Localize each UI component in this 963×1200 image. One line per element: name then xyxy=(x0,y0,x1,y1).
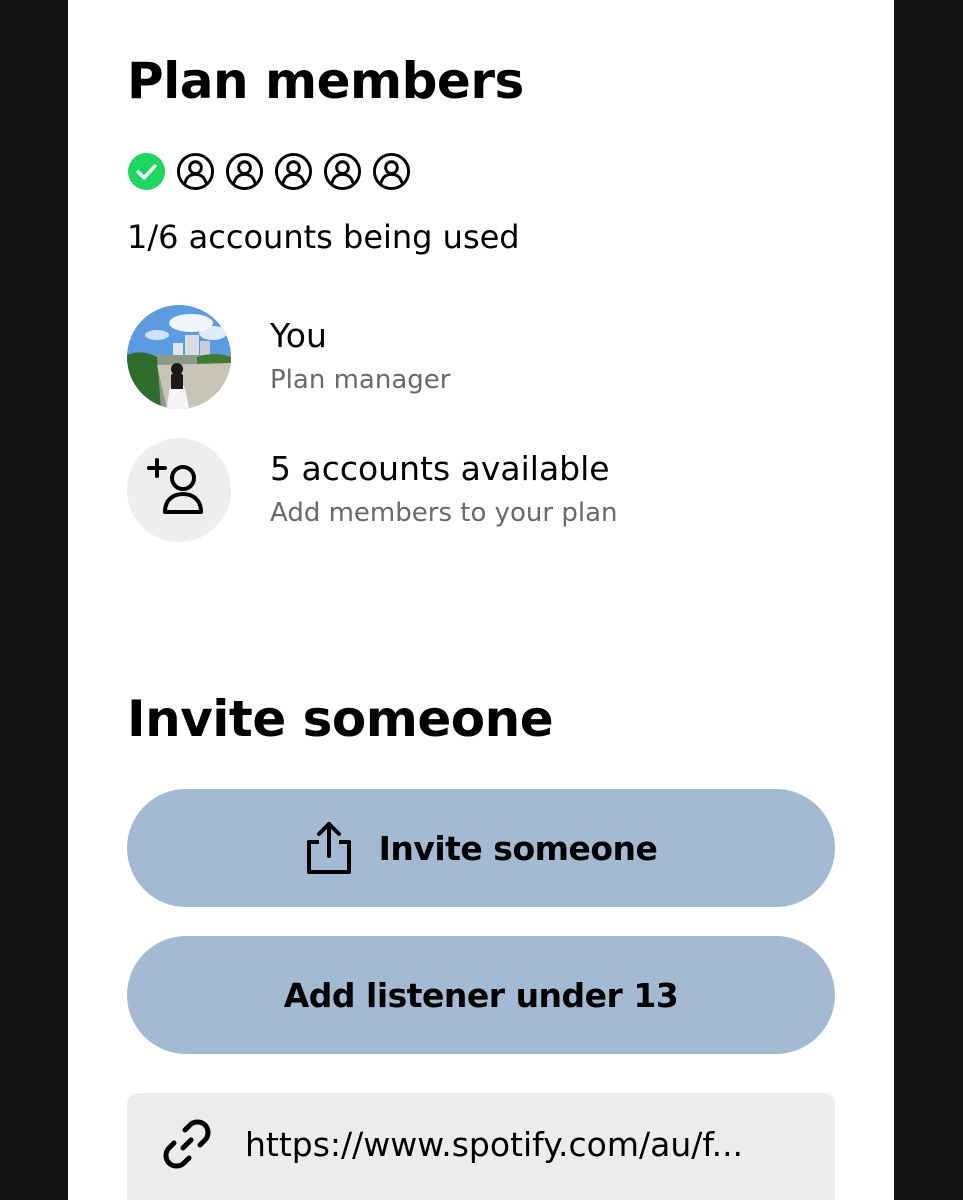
member-row-available[interactable]: 5 accounts available Add members to your… xyxy=(127,438,617,542)
empty-slot-person-icon xyxy=(274,152,313,191)
used-slot-check-icon xyxy=(127,152,166,191)
add-member-avatar xyxy=(127,438,231,542)
add-person-icon xyxy=(147,458,203,514)
add-listener-under-13-button[interactable]: Add listener under 13 xyxy=(127,936,835,1054)
available-accounts-label: 5 accounts available xyxy=(270,449,610,488)
share-icon xyxy=(306,822,351,874)
link-icon xyxy=(163,1119,211,1169)
empty-slot-person-icon xyxy=(372,152,411,191)
member-row-you[interactable]: You Plan manager xyxy=(127,305,450,409)
empty-slot-person-icon xyxy=(225,152,264,191)
plan-panel: Plan members 1/6 accounts being used You… xyxy=(68,0,894,1200)
under13-button-label: Add listener under 13 xyxy=(283,975,679,1015)
empty-slot-person-icon xyxy=(176,152,215,191)
accounts-usage-text: 1/6 accounts being used xyxy=(127,218,520,256)
add-members-hint: Add members to your plan xyxy=(270,498,618,528)
plan-members-title: Plan members xyxy=(127,52,524,110)
empty-slot-person-icon xyxy=(323,152,362,191)
member-name: You xyxy=(270,316,327,355)
user-photo-icon xyxy=(127,305,231,409)
avatar xyxy=(127,305,231,409)
member-role: Plan manager xyxy=(270,365,451,395)
account-slots xyxy=(127,152,411,191)
member-info: You Plan manager xyxy=(270,316,450,398)
member-info: 5 accounts available Add members to your… xyxy=(270,449,617,531)
invite-someone-button[interactable]: Invite someone xyxy=(127,789,835,907)
invite-button-label: Invite someone xyxy=(378,828,658,868)
invite-section-title: Invite someone xyxy=(127,690,554,748)
screen: Plan members 1/6 accounts being used You… xyxy=(0,0,963,1200)
invite-link-field[interactable]: https://www.spotify.com/au/f... xyxy=(127,1093,835,1200)
invite-link-text: https://www.spotify.com/au/f... xyxy=(245,1124,744,1164)
